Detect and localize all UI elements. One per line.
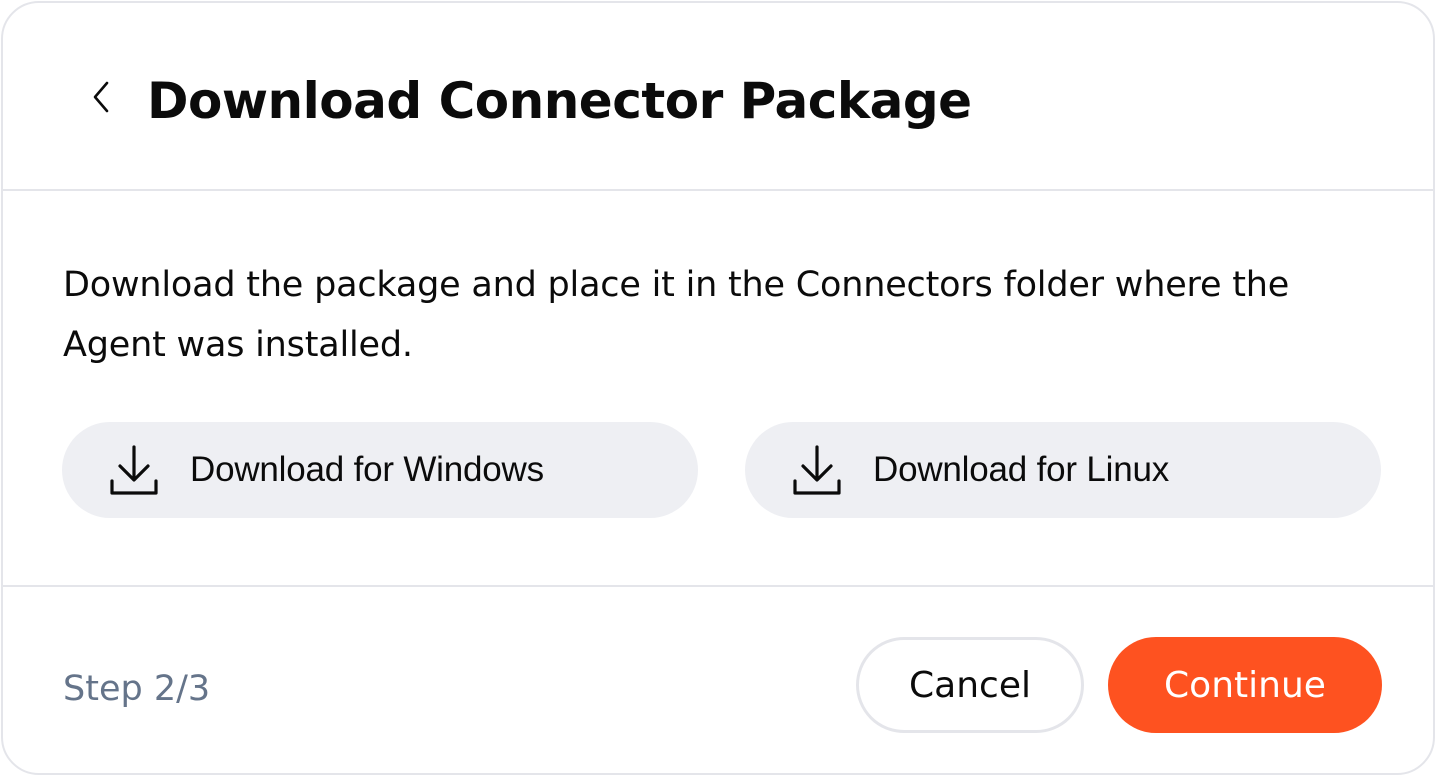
step-indicator: Step 2/3: [63, 669, 211, 709]
instructions-text: Download the package and place it in the…: [63, 265, 1290, 365]
download-connector-dialog: Download Connector Package Download the …: [1, 1, 1435, 775]
continue-button[interactable]: Continue: [1108, 637, 1382, 733]
download-icon: [108, 442, 160, 498]
download-linux-label: Download for Linux: [873, 450, 1170, 489]
dialog-footer: Step 2/3 Cancel Continue: [3, 587, 1433, 773]
chevron-left-icon: [90, 80, 112, 118]
download-windows-button[interactable]: Download for Windows: [62, 422, 698, 518]
cancel-button[interactable]: Cancel: [856, 637, 1084, 733]
dialog-header: Download Connector Package: [3, 3, 1433, 191]
dialog-body: Download the package and place it in the…: [3, 191, 1433, 587]
page-title: Download Connector Package: [147, 72, 972, 130]
download-linux-button[interactable]: Download for Linux: [745, 422, 1381, 518]
back-button[interactable]: [79, 75, 123, 123]
download-windows-label: Download for Windows: [190, 450, 544, 489]
download-icon: [791, 442, 843, 498]
